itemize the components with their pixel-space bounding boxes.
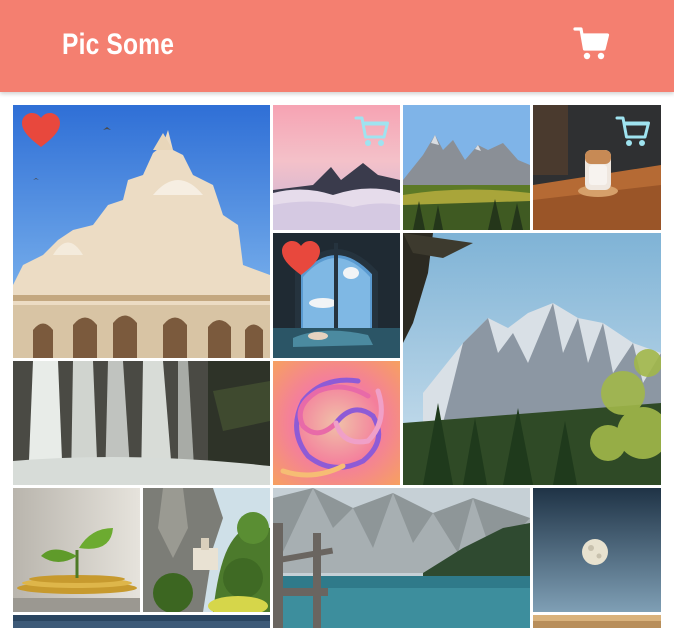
gallery-tile-dolomites[interactable] [403, 105, 530, 230]
add-to-cart-icon [354, 116, 389, 146]
partial-photo [533, 615, 661, 628]
gallery-tile-snowy-mountain[interactable] [403, 233, 661, 485]
gallery-tile-plant[interactable] [13, 488, 140, 612]
gallery-tile-swirl[interactable] [273, 361, 400, 485]
favorite-button[interactable] [281, 241, 321, 277]
plant-coins-photo [13, 488, 140, 612]
add-to-cart-button[interactable] [354, 115, 392, 149]
cart-button[interactable] [572, 24, 612, 64]
gallery-tile-waterfall[interactable] [13, 361, 270, 485]
gallery-tile-coffee[interactable] [533, 105, 661, 230]
favorite-button[interactable] [21, 113, 61, 149]
heart-icon [22, 113, 60, 147]
gallery-tile-moon[interactable] [533, 488, 661, 612]
add-to-cart-icon [615, 116, 650, 146]
dolomites-meadow-photo [403, 105, 530, 230]
lake-dock-photo [273, 488, 530, 628]
colorful-swirl-photo [273, 361, 400, 485]
gallery-tile-bottom-right[interactable] [533, 615, 661, 628]
app-header: Pic Some [0, 0, 674, 92]
snowy-mountain-forest-photo [403, 233, 661, 485]
gallery-tile-bottom-left[interactable] [13, 615, 270, 628]
add-to-cart-button[interactable] [615, 115, 653, 149]
gallery-tile-cliff[interactable] [143, 488, 270, 612]
cliff-village-photo [143, 488, 270, 612]
gallery-tile-window[interactable] [273, 233, 400, 358]
partial-photo [13, 615, 270, 628]
gallery-tile-pink-sky[interactable] [273, 105, 400, 230]
gallery-tile-palace[interactable] [13, 105, 270, 358]
photo-gallery [13, 105, 663, 628]
heart-icon [282, 241, 320, 275]
gallery-tile-lake[interactable] [273, 488, 530, 628]
moon-photo [533, 488, 661, 612]
app-title: Pic Some [62, 28, 175, 61]
waterfall-photo [13, 361, 270, 485]
cart-icon [573, 27, 610, 60]
